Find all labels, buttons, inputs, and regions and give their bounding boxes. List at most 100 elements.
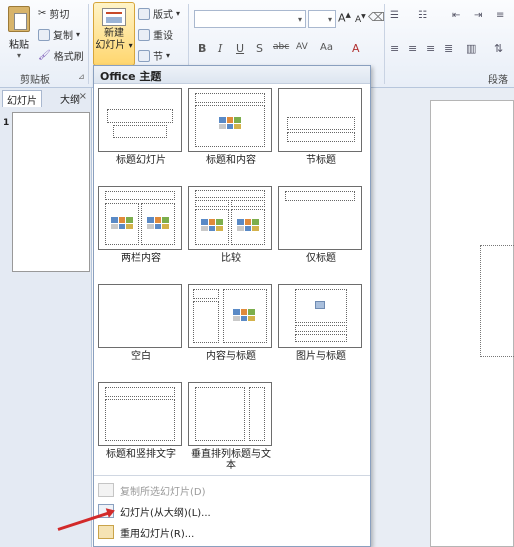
divider — [94, 475, 370, 476]
layout-thumbnail — [188, 382, 272, 446]
layout-label: 标题幻灯片 — [116, 155, 166, 166]
layout-content-with-caption[interactable]: 内容与标题 — [188, 284, 274, 362]
copy-dropdown-icon[interactable]: ▾ — [76, 30, 80, 39]
layout-picture-with-caption[interactable]: 图片与标题 — [278, 284, 364, 362]
bullets-button[interactable]: ☰ — [390, 10, 399, 21]
layout-thumbnail — [188, 284, 272, 348]
reset-icon — [138, 28, 150, 41]
char-spacing-icon[interactable]: AV — [296, 42, 308, 52]
reuse-slide-icon — [98, 525, 114, 539]
reuse-slides-menu-item[interactable]: 重用幻灯片(R)... — [94, 522, 370, 542]
layout-blank[interactable]: 空白 — [98, 284, 184, 362]
new-slide-icon — [102, 8, 126, 26]
clipboard-launcher-icon[interactable]: ⊿ — [78, 72, 85, 81]
align-right-button[interactable]: ≡ — [426, 42, 435, 55]
copy-label: 复制 — [53, 31, 73, 42]
layout-comparison[interactable]: 比较 — [188, 186, 274, 264]
section-label: 节 — [153, 52, 163, 63]
shrink-font-button[interactable]: A▼ — [355, 13, 366, 25]
paste-button[interactable]: 粘贴 ▾ — [4, 4, 34, 64]
section-icon — [138, 49, 150, 62]
paste-dropdown-icon[interactable]: ▾ — [4, 51, 34, 60]
strikethrough-icon[interactable]: abc — [273, 42, 289, 52]
tab-slides[interactable]: 幻灯片 — [2, 90, 42, 107]
underline-icon[interactable]: U — [236, 42, 244, 55]
title-placeholder[interactable] — [480, 245, 514, 357]
layout-title-and-vertical-text[interactable]: 标题和竖排文字 — [98, 382, 184, 460]
format-painter-button[interactable]: 🖌 格式刷 — [38, 48, 84, 63]
group-separator — [88, 4, 89, 84]
align-right-icon: ≡ — [426, 42, 436, 55]
scissors-icon: ✂ — [38, 8, 47, 19]
layout-section-header[interactable]: 节标题 — [278, 88, 364, 166]
content-icon — [219, 117, 241, 129]
layout-label: 比较 — [221, 253, 241, 264]
clear-format-icon: ⌫ — [368, 10, 385, 24]
cut-label: 剪切 — [49, 10, 70, 21]
layout-label: 仅标题 — [306, 253, 336, 264]
font-name-select[interactable]: ▾ — [194, 10, 306, 28]
content-icon — [201, 219, 223, 231]
slide-number: 1 — [3, 118, 10, 128]
numbering-button[interactable]: ☷ — [418, 10, 427, 21]
change-case-icon[interactable]: Aa — [320, 42, 333, 53]
indent-icon: ⇤ — [452, 10, 461, 21]
brush-icon: 🖌 — [38, 50, 51, 61]
cut-button[interactable]: ✂ 剪切 — [38, 6, 69, 21]
align-left-button[interactable]: ≡ — [390, 42, 399, 55]
outdent-icon: ⇥ — [474, 10, 483, 21]
layout-label: 垂直排列标题与文本 — [191, 449, 271, 471]
close-icon[interactable]: × — [79, 91, 87, 102]
text-direction-icon: ⇅ — [494, 42, 504, 55]
layout-thumbnail — [188, 88, 272, 152]
shadow-icon[interactable]: S — [256, 42, 263, 55]
layout-title-only[interactable]: 仅标题 — [278, 186, 364, 264]
align-center-button[interactable]: ≡ — [408, 42, 417, 55]
content-icon — [233, 309, 255, 321]
layout-label: 空白 — [131, 351, 151, 362]
columns-button[interactable]: ▥ — [466, 42, 476, 55]
layout-label: 内容与标题 — [206, 351, 256, 362]
new-slide-label: 新建 — [104, 28, 124, 39]
font-size-dropdown-icon: ▾ — [327, 15, 332, 24]
reset-button[interactable]: 重设 — [138, 27, 173, 42]
duplicate-slides-label: 复制所选幻灯片(D) — [120, 486, 206, 498]
font-color-icon[interactable]: A — [352, 42, 360, 55]
slides-from-outline-menu-item[interactable]: 幻灯片(从大纲)(L)... — [94, 501, 370, 521]
numbered-list-icon: ☷ — [418, 10, 427, 21]
clipboard-group-label: 剪贴板 — [20, 75, 50, 86]
bold-icon[interactable]: B — [198, 42, 206, 55]
layout-label: 图片与标题 — [296, 351, 346, 362]
copy-button[interactable]: 复制 ▾ — [38, 27, 80, 42]
new-slide-button[interactable]: 新建 幻灯片 ▾ — [93, 2, 135, 66]
font-size-select[interactable]: ▾ — [308, 10, 336, 28]
new-slide-dropdown-icon[interactable]: ▾ — [129, 41, 133, 50]
clear-format-button[interactable]: ⌫ — [368, 10, 385, 24]
text-direction-button[interactable]: ⇅ — [494, 42, 503, 55]
layout-thumbnail — [98, 284, 182, 348]
layout-thumbnail — [98, 186, 182, 250]
layout-two-content[interactable]: 两栏内容 — [98, 186, 184, 264]
copy-icon — [38, 28, 50, 41]
layout-dropdown-icon: ▾ — [176, 9, 181, 18]
layout-label: 标题和内容 — [206, 155, 256, 166]
italic-icon[interactable]: I — [218, 42, 222, 55]
layout-button[interactable]: 版式 ▾ — [138, 6, 180, 21]
duplicate-slides-menu-item[interactable]: 复制所选幻灯片(D) — [94, 480, 370, 500]
content-icon — [147, 217, 169, 229]
layout-label: 节标题 — [306, 155, 336, 166]
justify-icon: ≣ — [444, 42, 454, 55]
layout-vertical-title-and-text[interactable]: 垂直排列标题与文本 — [188, 382, 274, 471]
picture-icon — [315, 301, 325, 309]
grow-font-button[interactable]: A▲ — [338, 11, 351, 25]
line-spacing-button[interactable]: ≡ — [496, 10, 504, 21]
grow-font-icon: A▲ — [338, 11, 351, 25]
layout-title-and-content[interactable]: 标题和内容 — [188, 88, 274, 166]
increase-indent-button[interactable]: ⇥ — [474, 10, 482, 21]
slide-thumbnail[interactable] — [12, 112, 90, 272]
justify-button[interactable]: ≣ — [444, 42, 453, 55]
decrease-indent-button[interactable]: ⇤ — [452, 10, 460, 21]
section-button[interactable]: 节 ▾ — [138, 48, 170, 63]
layout-title-slide[interactable]: 标题幻灯片 — [98, 88, 184, 166]
layout-thumbnail — [278, 88, 362, 152]
